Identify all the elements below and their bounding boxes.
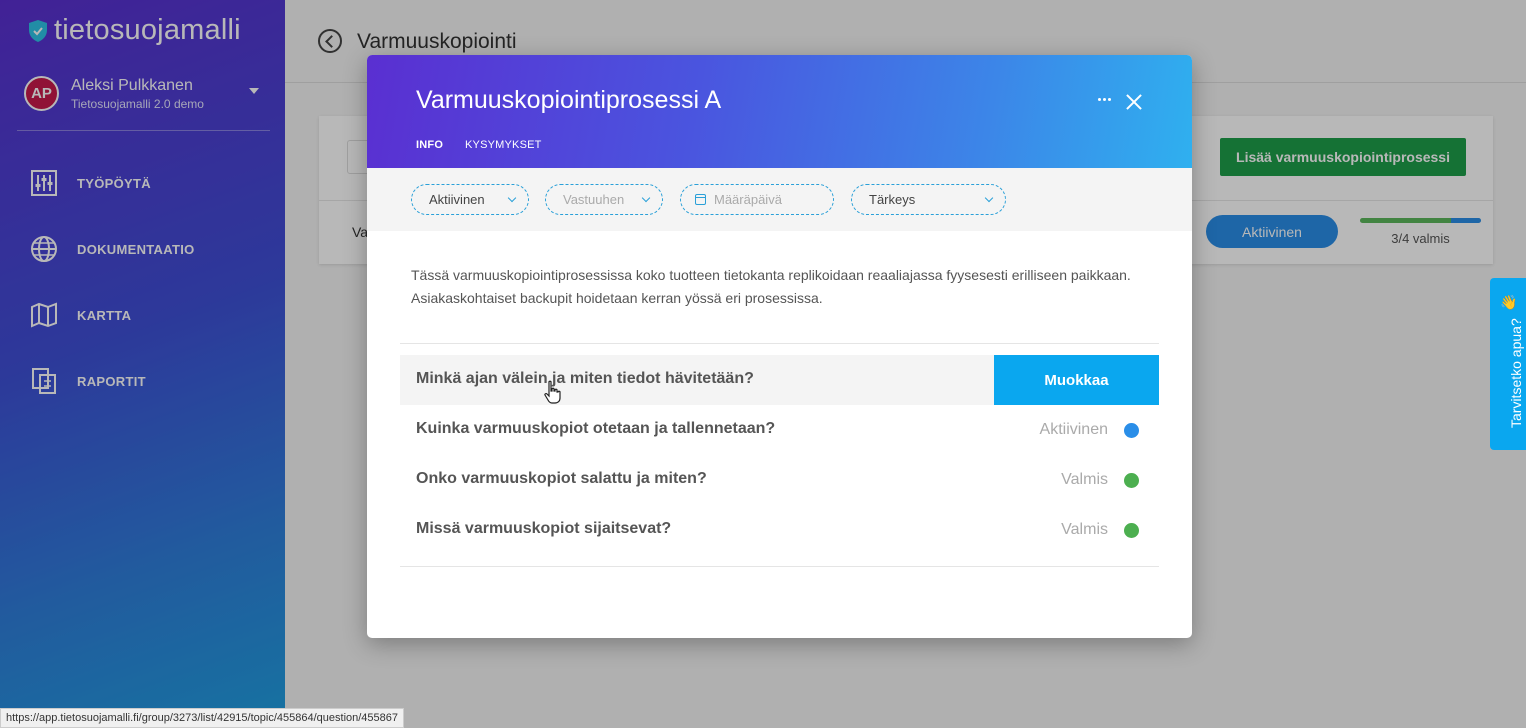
divider: [400, 566, 1159, 567]
status-dot: [1124, 523, 1139, 538]
owner-select-placeholder: Vastuuhen: [563, 192, 625, 207]
question-text: Kuinka varmuuskopiot otetaan ja tallenne…: [416, 420, 776, 437]
question-text: Missä varmuuskopiot sijaitsevat?: [416, 520, 672, 537]
chevron-down-icon: [641, 193, 651, 203]
help-label: Tarvitsetko apua?: [1508, 318, 1524, 428]
question-status: Valmis: [1061, 521, 1108, 538]
process-modal: Varmuuskopiointiprosessi A INFO KYSYMYKS…: [367, 55, 1192, 638]
divider: [400, 343, 1159, 344]
more-options-icon[interactable]: [1098, 98, 1112, 104]
process-description: Tässä varmuuskopiointiprosessissa koko t…: [411, 267, 1131, 306]
owner-select[interactable]: Vastuuhen: [545, 184, 663, 215]
status-bar-url: https://app.tietosuojamalli.fi/group/327…: [0, 708, 405, 728]
hand-pointer-cursor-icon: [544, 380, 561, 404]
chevron-down-icon: [507, 193, 517, 203]
calendar-icon: [695, 194, 706, 205]
priority-select[interactable]: Tärkeys: [851, 184, 1006, 215]
question-text: Onko varmuuskopiot salattu ja miten?: [416, 470, 707, 487]
status-select-value: Aktiivinen: [429, 192, 485, 207]
priority-select-value: Tärkeys: [869, 192, 916, 207]
close-icon[interactable]: [1124, 92, 1144, 112]
question-status: Valmis: [1061, 471, 1108, 488]
modal-title: Varmuuskopiointiprosessi A: [416, 86, 722, 114]
question-row[interactable]: Kuinka varmuuskopiot otetaan ja tallenne…: [400, 405, 1159, 455]
edit-button[interactable]: Muokkaa: [994, 355, 1159, 405]
chevron-down-icon: [984, 193, 994, 203]
due-date-placeholder: Määräpäivä: [714, 192, 782, 207]
tab-info[interactable]: INFO: [416, 139, 443, 151]
question-row[interactable]: Onko varmuuskopiot salattu ja miten? Val…: [400, 455, 1159, 505]
question-row[interactable]: Minkä ajan välein ja miten tiedot hävite…: [400, 355, 1159, 405]
status-dot: [1124, 423, 1139, 438]
filter-bar: Aktiivinen Vastuuhen Määräpäivä Tärkeys: [367, 168, 1192, 231]
tab-questions[interactable]: KYSYMYKSET: [465, 139, 542, 151]
status-dot: [1124, 473, 1139, 488]
modal-header: Varmuuskopiointiprosessi A INFO KYSYMYKS…: [367, 55, 1192, 168]
wave-icon: 👋: [1500, 294, 1518, 310]
question-text: Minkä ajan välein ja miten tiedot hävite…: [416, 370, 754, 387]
due-date-input[interactable]: Määräpäivä: [680, 184, 834, 215]
question-status: Aktiivinen: [1039, 421, 1108, 438]
help-tab[interactable]: 👋 Tarvitsetko apua?: [1490, 278, 1526, 450]
question-row[interactable]: Missä varmuuskopiot sijaitsevat? Valmis: [400, 505, 1159, 555]
status-select[interactable]: Aktiivinen: [411, 184, 529, 215]
